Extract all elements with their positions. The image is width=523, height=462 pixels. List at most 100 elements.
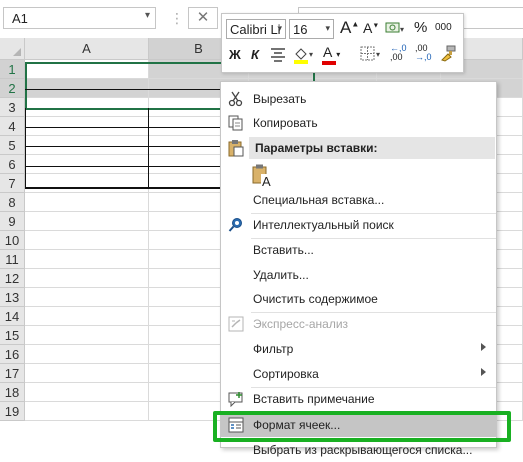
menu-label: Фильтр — [253, 342, 294, 356]
grid-cell[interactable] — [25, 174, 149, 193]
grid-cell[interactable] — [25, 326, 149, 345]
submenu-arrow-icon — [481, 343, 486, 351]
submenu-arrow-icon — [481, 368, 486, 376]
font-color-swatch — [322, 61, 336, 65]
row-header[interactable]: 18 — [0, 383, 25, 402]
menu-label: Вставить... — [253, 243, 314, 257]
font-name-combo[interactable]: Calibri Li ▾ — [226, 19, 286, 39]
menu-label: Вырезать — [253, 92, 307, 106]
menu-item-filter[interactable]: Фильтр — [221, 337, 496, 361]
thousands-separator-button[interactable]: 000 — [435, 22, 452, 33]
menu-item-quick-analysis: Экспресс-анализ — [221, 312, 496, 336]
borders-icon[interactable]: ▾ — [359, 45, 383, 66]
paste-options-label: Параметры вставки: — [255, 141, 378, 155]
menu-label: Очистить содержимое — [253, 292, 378, 306]
bold-button[interactable]: Ж — [229, 47, 241, 62]
row-header[interactable]: 11 — [0, 250, 25, 269]
cancel-button[interactable]: ✕ — [188, 7, 218, 29]
grid-cell[interactable] — [25, 269, 149, 288]
scissors-icon — [228, 91, 244, 107]
chevron-down-icon[interactable]: ▾ — [277, 23, 282, 34]
menu-label: Специальная вставка... — [253, 193, 385, 207]
font-size-combo[interactable]: 16 ▾ — [289, 19, 334, 39]
row-header[interactable]: 12 — [0, 269, 25, 288]
shrink-font-label: A — [363, 20, 373, 36]
shrink-font-button[interactable]: A▼ — [363, 20, 379, 36]
grid-cell[interactable] — [25, 193, 149, 212]
menu-label: Удалить... — [253, 268, 309, 282]
row-header[interactable]: 7 — [0, 174, 25, 193]
row-header[interactable]: 15 — [0, 326, 25, 345]
context-menu: Вырезать Копировать Параметры вставки: A… — [220, 81, 497, 457]
fill-color-icon[interactable]: ▾ — [292, 45, 316, 68]
row-header[interactable]: 16 — [0, 345, 25, 364]
table-line — [25, 108, 26, 188]
menu-item-cut[interactable]: Вырезать — [221, 87, 496, 111]
paste-icon — [228, 139, 244, 160]
row-header[interactable]: 17 — [0, 364, 25, 383]
percent-button[interactable]: % — [414, 19, 427, 36]
grid-cell[interactable] — [25, 364, 149, 383]
row-header[interactable]: 19 — [0, 402, 25, 421]
menu-label: Сортировка — [253, 367, 319, 381]
row-header[interactable]: 13 — [0, 288, 25, 307]
grid-cell[interactable] — [25, 250, 149, 269]
table-line — [25, 146, 220, 147]
font-color-button[interactable]: А ▾ — [322, 44, 340, 65]
svg-text:▾: ▾ — [309, 50, 313, 59]
menu-item-insert[interactable]: Вставить... — [221, 238, 496, 262]
select-all-corner[interactable] — [0, 38, 25, 60]
row-header[interactable]: 6 — [0, 155, 25, 174]
row-header[interactable]: 14 — [0, 307, 25, 326]
menu-item-paste-special[interactable]: Специальная вставка... — [221, 188, 496, 212]
paste-options-header: Параметры вставки: — [249, 137, 495, 159]
row-header[interactable]: 1 — [0, 60, 25, 79]
highlight-box — [213, 411, 511, 442]
table-line — [25, 166, 220, 167]
increase-decimal-button[interactable]: ←,0 ,00 — [390, 44, 407, 62]
row-header[interactable]: 5 — [0, 136, 25, 155]
grid-cell[interactable] — [25, 231, 149, 250]
comment-icon — [228, 391, 244, 408]
chevron-down-icon[interactable]: ▾ — [325, 23, 330, 34]
decrease-decimal-button[interactable]: ,00 →,0 — [415, 44, 432, 62]
grow-font-button[interactable]: A▲ — [340, 18, 359, 38]
menu-item-clear-contents[interactable]: Очистить содержимое — [221, 287, 496, 311]
row-header[interactable]: 2 — [0, 79, 25, 98]
grid-cell[interactable] — [25, 383, 149, 402]
align-center-icon[interactable] — [269, 46, 287, 65]
menu-item-insert-comment[interactable]: Вставить примечание — [221, 387, 496, 411]
mini-toolbar: Calibri Li ▾ 16 ▾ A▲ A▼ ▾ % 000 Ж К ▾ А … — [221, 13, 464, 73]
menu-label: Копировать — [253, 116, 318, 130]
quick-analysis-icon — [228, 316, 244, 332]
name-box[interactable]: A1 ▾ — [3, 7, 156, 29]
grid-cell[interactable] — [25, 212, 149, 231]
svg-text:▾: ▾ — [376, 50, 380, 59]
row-header[interactable]: 4 — [0, 117, 25, 136]
menu-item-copy[interactable]: Копировать — [221, 111, 496, 135]
font-name-value: Calibri Li — [230, 22, 281, 37]
row-header[interactable]: 3 — [0, 98, 25, 117]
formula-bar-grip: ⋮ — [170, 10, 184, 26]
row-header[interactable]: 10 — [0, 231, 25, 250]
grid-cell[interactable] — [25, 307, 149, 326]
accounting-format-icon[interactable]: ▾ — [385, 20, 407, 39]
column-header-a[interactable]: A — [25, 38, 149, 60]
grid-cell[interactable] — [25, 345, 149, 364]
format-painter-icon[interactable] — [439, 44, 457, 65]
chevron-down-icon[interactable]: ▾ — [145, 10, 150, 21]
menu-item-sort[interactable]: Сортировка — [221, 362, 496, 386]
copy-icon — [228, 115, 244, 131]
grow-font-label: A — [340, 18, 352, 37]
grid-cell[interactable] — [25, 155, 149, 174]
paste-option-button[interactable]: A — [252, 164, 274, 189]
row-header[interactable]: 8 — [0, 193, 25, 212]
selection-border-left — [25, 62, 27, 109]
italic-button[interactable]: К — [251, 47, 259, 62]
menu-item-delete[interactable]: Удалить... — [221, 263, 496, 287]
grid-cell[interactable] — [25, 288, 149, 307]
row-header[interactable]: 9 — [0, 212, 25, 231]
table-line — [25, 127, 220, 128]
grid-cell[interactable] — [25, 402, 149, 421]
menu-item-smart-lookup[interactable]: Интеллектуальный поиск — [221, 213, 496, 237]
